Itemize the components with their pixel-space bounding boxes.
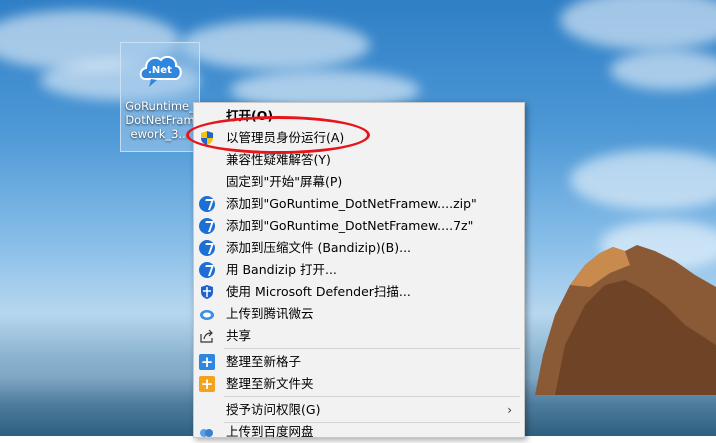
- menu-item-add-to-7z[interactable]: 添加到"GoRuntime_DotNetFramew....7z": [194, 215, 524, 237]
- menu-item-add-to-archive[interactable]: 添加到压缩文件 (Bandizip)(B)...: [194, 237, 524, 259]
- menu-item-label: 添加到"GoRuntime_DotNetFramew....7z": [226, 218, 474, 233]
- menu-item-label: 共享: [226, 328, 252, 343]
- defender-icon: [201, 285, 213, 299]
- menu-item-label: 授予访问权限(G): [226, 402, 321, 417]
- menu-item-grant-access[interactable]: 授予访问权限(G) ›: [194, 399, 524, 421]
- cloud: [180, 20, 370, 70]
- fences-folder-icon: +: [199, 375, 215, 393]
- menu-separator: [224, 348, 520, 349]
- menu-item-label: 使用 Microsoft Defender扫描...: [226, 284, 411, 299]
- bandizip-icon: [199, 218, 215, 234]
- desktop-file-label: GoRuntime_ DotNetFram ework_3...: [125, 99, 195, 141]
- menu-item-label: 整理至新格子: [226, 354, 302, 369]
- bandizip-icon: [199, 240, 215, 256]
- menu-item-upload-weiyun[interactable]: 上传到腾讯微云: [194, 303, 524, 325]
- menu-item-label: 添加到压缩文件 (Bandizip)(B)...: [226, 240, 412, 255]
- dotnet-logo-text: .Net: [148, 65, 172, 76]
- bandizip-icon: [199, 196, 215, 212]
- cloud: [610, 50, 716, 90]
- menu-item-fences-new-box[interactable]: + 整理至新格子: [194, 351, 524, 373]
- dotnet-cloud-icon: .Net: [139, 55, 182, 87]
- cloud: [560, 0, 716, 50]
- bandizip-icon: [199, 262, 215, 278]
- menu-item-upload-baidu[interactable]: 上传到百度网盘: [194, 421, 524, 443]
- share-icon: [200, 329, 213, 343]
- menu-item-label: 上传到百度网盘: [226, 424, 314, 439]
- menu-item-open-with-bandizip[interactable]: 用 Bandizip 打开...: [194, 259, 524, 281]
- menu-item-label: 用 Bandizip 打开...: [226, 262, 337, 277]
- menu-item-pin-to-start[interactable]: 固定到"开始"屏幕(P): [194, 171, 524, 193]
- rock-formation: [535, 245, 716, 395]
- menu-item-label: 上传到腾讯微云: [226, 306, 314, 321]
- menu-separator: [224, 396, 520, 397]
- annotation-circle: [186, 116, 370, 154]
- fences-plus-icon: +: [199, 353, 215, 371]
- weiyun-icon: [200, 310, 214, 320]
- submenu-arrow-icon: ›: [507, 403, 512, 417]
- menu-item-label: 固定到"开始"屏幕(P): [226, 174, 343, 189]
- menu-item-fences-new-folder[interactable]: + 整理至新文件夹: [194, 373, 524, 395]
- baidu-netdisk-icon: [200, 429, 213, 437]
- menu-item-add-to-zip[interactable]: 添加到"GoRuntime_DotNetFramew....zip": [194, 193, 524, 215]
- menu-item-label: 添加到"GoRuntime_DotNetFramew....zip": [226, 196, 477, 211]
- menu-item-share[interactable]: 共享: [194, 325, 524, 347]
- menu-item-defender-scan[interactable]: 使用 Microsoft Defender扫描...: [194, 281, 524, 303]
- menu-item-label: 整理至新文件夹: [226, 376, 314, 391]
